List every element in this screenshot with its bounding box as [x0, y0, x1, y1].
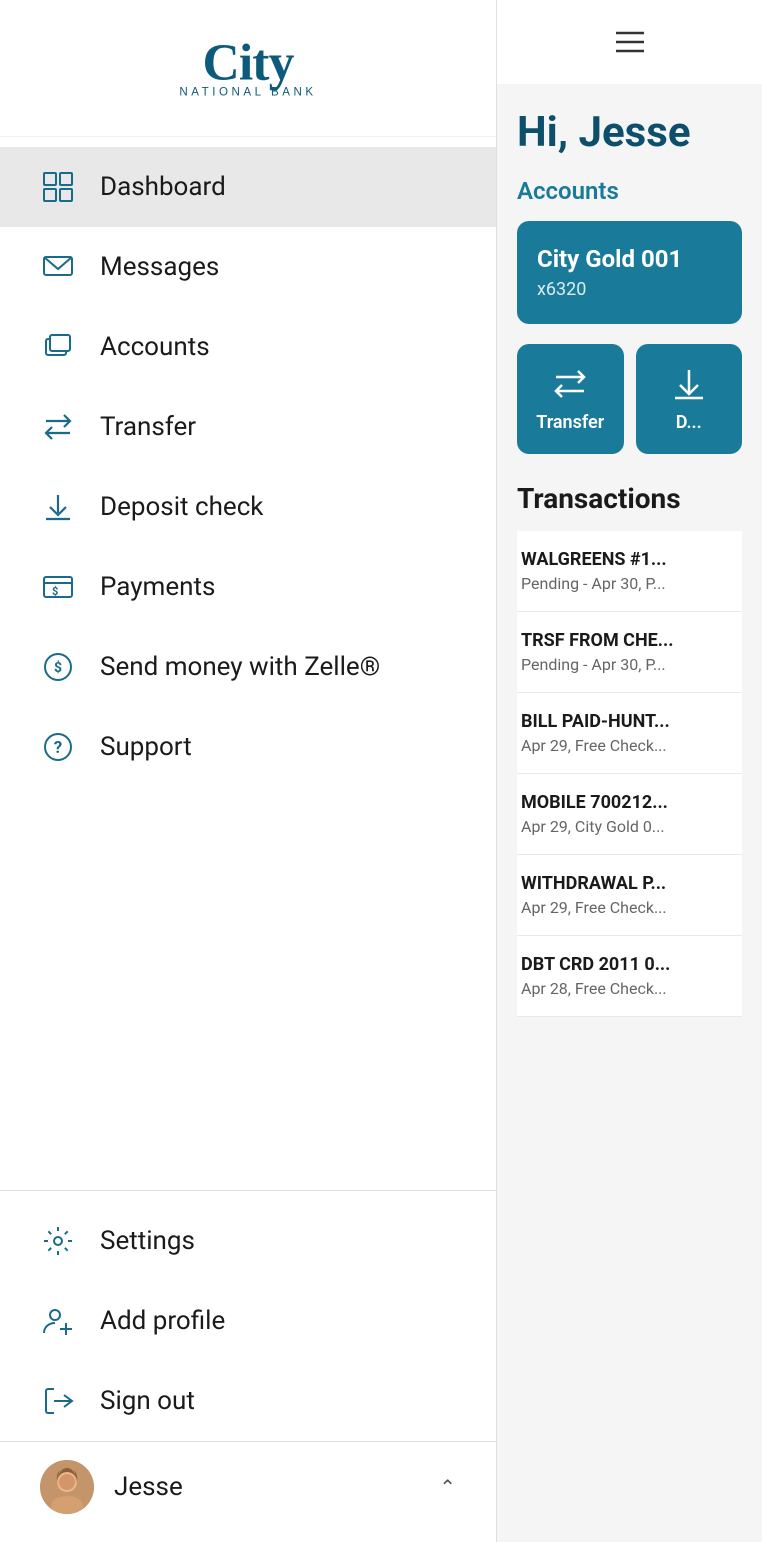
transaction-name: MOBILE 700212...: [521, 792, 738, 813]
transaction-detail: Apr 28, Free Check...: [521, 979, 738, 998]
sidebar-item-messages-label: Messages: [100, 252, 219, 282]
greeting: Hi, Jesse: [517, 108, 742, 157]
transaction-detail: Pending - Apr 30, P...: [521, 574, 738, 593]
sidebar-item-settings[interactable]: Settings: [0, 1201, 496, 1281]
sidebar-item-zelle-label: Send money with Zelle®: [100, 652, 380, 682]
transaction-name: WITHDRAWAL P...: [521, 873, 738, 894]
transaction-detail: Apr 29, City Gold 0...: [521, 817, 738, 836]
svg-text:?: ?: [54, 738, 62, 758]
zelle-icon: $: [40, 649, 76, 685]
transaction-name: TRSF FROM CHE...: [521, 630, 738, 651]
transaction-name: WALGREENS #1...: [521, 549, 738, 570]
sidebar: City NATIONAL BANK Dashboard: [0, 0, 497, 1542]
deposit-button[interactable]: D...: [636, 344, 743, 454]
svg-text:City: City: [203, 35, 295, 92]
sidebar-item-add-profile[interactable]: Add profile: [0, 1281, 496, 1361]
sidebar-item-transfer-label: Transfer: [100, 412, 196, 442]
transaction-item[interactable]: MOBILE 700212... Apr 29, City Gold 0...: [517, 774, 742, 855]
sidebar-item-support[interactable]: ? Support: [0, 707, 496, 787]
sidebar-item-zelle[interactable]: $ Send money with Zelle®: [0, 627, 496, 707]
sidebar-item-payments-label: Payments: [100, 572, 215, 602]
transaction-item[interactable]: DBT CRD 2011 0... Apr 28, Free Check...: [517, 936, 742, 1017]
transfer-button[interactable]: Transfer: [517, 344, 624, 454]
accounts-section-title: Accounts: [517, 177, 742, 205]
sidebar-item-accounts-label: Accounts: [100, 332, 210, 362]
sidebar-bottom: Settings Add profile: [0, 1190, 496, 1542]
sidebar-item-messages[interactable]: Messages: [0, 227, 496, 307]
transactions-title: Transactions: [517, 482, 742, 515]
transfer-icon: [40, 409, 76, 445]
transactions-list: WALGREENS #1... Pending - Apr 30, P... T…: [517, 531, 742, 1017]
support-icon: ?: [40, 729, 76, 765]
sidebar-logo: City NATIONAL BANK: [0, 0, 496, 137]
payments-icon: $: [40, 569, 76, 605]
svg-text:$: $: [52, 585, 58, 598]
nav-items: Dashboard Messages Accounts: [0, 137, 496, 1190]
action-buttons: Transfer D...: [517, 344, 742, 454]
transaction-detail: Apr 29, Free Check...: [521, 898, 738, 917]
transaction-detail: Apr 29, Free Check...: [521, 736, 738, 755]
sidebar-item-support-label: Support: [100, 732, 192, 762]
transfer-btn-icon: [552, 366, 588, 402]
accounts-icon: [40, 329, 76, 365]
sidebar-item-accounts[interactable]: Accounts: [0, 307, 496, 387]
sidebar-item-deposit-check[interactable]: Deposit check: [0, 467, 496, 547]
add-profile-icon: [40, 1303, 76, 1339]
transaction-name: BILL PAID-HUNT...: [521, 711, 738, 732]
user-profile-item[interactable]: Jesse ⌃: [0, 1441, 496, 1532]
deposit-btn-label: D...: [676, 412, 702, 433]
transaction-item[interactable]: WALGREENS #1... Pending - Apr 30, P...: [517, 531, 742, 612]
transaction-detail: Pending - Apr 30, P...: [521, 655, 738, 674]
sidebar-item-transfer[interactable]: Transfer: [0, 387, 496, 467]
avatar: [40, 1460, 94, 1514]
svg-text:NATIONAL BANK: NATIONAL BANK: [179, 87, 316, 99]
user-name: Jesse: [114, 1472, 419, 1502]
sidebar-item-dashboard[interactable]: Dashboard: [0, 147, 496, 227]
settings-icon: [40, 1223, 76, 1259]
sign-out-icon: [40, 1383, 76, 1419]
dashboard-icon: [40, 169, 76, 205]
account-card-number: x6320: [537, 279, 722, 300]
account-card[interactable]: City Gold 001 x6320: [517, 221, 742, 324]
deposit-btn-icon: [671, 366, 707, 402]
hamburger-menu[interactable]: [612, 24, 648, 60]
svg-text:$: $: [54, 659, 62, 676]
sidebar-item-payments[interactable]: $ Payments: [0, 547, 496, 627]
main-header: [497, 0, 762, 84]
messages-icon: [40, 249, 76, 285]
sidebar-item-deposit-label: Deposit check: [100, 492, 263, 522]
sidebar-item-settings-label: Settings: [100, 1226, 195, 1256]
account-card-name: City Gold 001: [537, 245, 722, 273]
transaction-name: DBT CRD 2011 0...: [521, 954, 738, 975]
main-body: Hi, Jesse Accounts City Gold 001 x6320 T…: [497, 84, 762, 1041]
transfer-btn-label: Transfer: [536, 412, 604, 433]
chevron-up-icon: ⌃: [439, 1475, 456, 1499]
deposit-icon: [40, 489, 76, 525]
transaction-item[interactable]: WITHDRAWAL P... Apr 29, Free Check...: [517, 855, 742, 936]
transaction-item[interactable]: BILL PAID-HUNT... Apr 29, Free Check...: [517, 693, 742, 774]
main-content: Hi, Jesse Accounts City Gold 001 x6320 T…: [497, 0, 762, 1542]
sidebar-item-add-profile-label: Add profile: [100, 1306, 225, 1336]
sidebar-item-sign-out-label: Sign out: [100, 1386, 195, 1416]
sidebar-item-sign-out[interactable]: Sign out: [0, 1361, 496, 1441]
sidebar-item-dashboard-label: Dashboard: [100, 172, 226, 202]
transaction-item[interactable]: TRSF FROM CHE... Pending - Apr 30, P...: [517, 612, 742, 693]
